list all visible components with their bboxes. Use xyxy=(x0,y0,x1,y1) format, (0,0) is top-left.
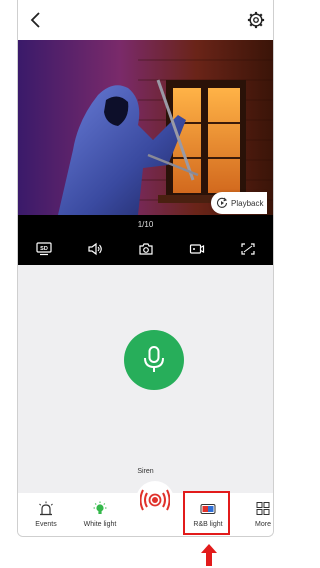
speaker-button[interactable] xyxy=(86,241,104,257)
fullscreen-icon xyxy=(240,243,255,255)
light-bulb-icon xyxy=(93,501,107,514)
microphone-icon xyxy=(144,346,164,372)
grid-icon xyxy=(256,502,270,515)
tab-label-events: Events xyxy=(35,521,57,528)
tab-events[interactable]: Events xyxy=(21,501,71,528)
playback-icon xyxy=(216,197,228,208)
playback-label: Playback xyxy=(231,198,264,208)
pointer-arrow-icon xyxy=(201,544,217,566)
siren-button[interactable] xyxy=(136,481,174,519)
playback-button[interactable]: Playback xyxy=(211,192,267,214)
sd-quality-button[interactable]: SD xyxy=(35,241,53,257)
snapshot-button[interactable] xyxy=(137,241,155,257)
speaker-icon xyxy=(87,242,102,256)
camera-live-view[interactable] xyxy=(18,40,273,215)
svg-text:SD: SD xyxy=(40,246,48,252)
page-indicator: 1/10 xyxy=(137,220,154,229)
player-control-bar: 1/10 SD xyxy=(18,215,273,265)
record-button[interactable] xyxy=(188,241,206,257)
tab-label-white-light: White light xyxy=(83,521,117,528)
tab-more[interactable]: More xyxy=(238,501,273,528)
bottom-tab-bar: Events White light R&B light More xyxy=(18,481,273,536)
talk-panel: Siren xyxy=(18,265,273,493)
sd-icon: SD xyxy=(35,242,52,256)
live-view-image xyxy=(18,40,273,215)
video-record-icon xyxy=(189,244,204,254)
tab-label-more: More xyxy=(255,521,271,528)
fullscreen-button[interactable] xyxy=(239,241,257,257)
tab-white-light[interactable]: White light xyxy=(75,501,125,528)
alarm-light-icon xyxy=(39,501,53,516)
back-arrow-icon[interactable] xyxy=(26,10,46,30)
camera-icon xyxy=(138,243,153,255)
siren-icon xyxy=(140,489,170,511)
rb-light-highlight-box xyxy=(183,491,230,535)
talk-microphone-button[interactable] xyxy=(124,330,184,390)
siren-label: Siren xyxy=(137,468,154,475)
settings-gear-icon[interactable] xyxy=(247,11,265,29)
top-bar xyxy=(18,0,273,40)
app-screen: 1/10 SD Siren Events White light R&B lig… xyxy=(17,0,274,537)
